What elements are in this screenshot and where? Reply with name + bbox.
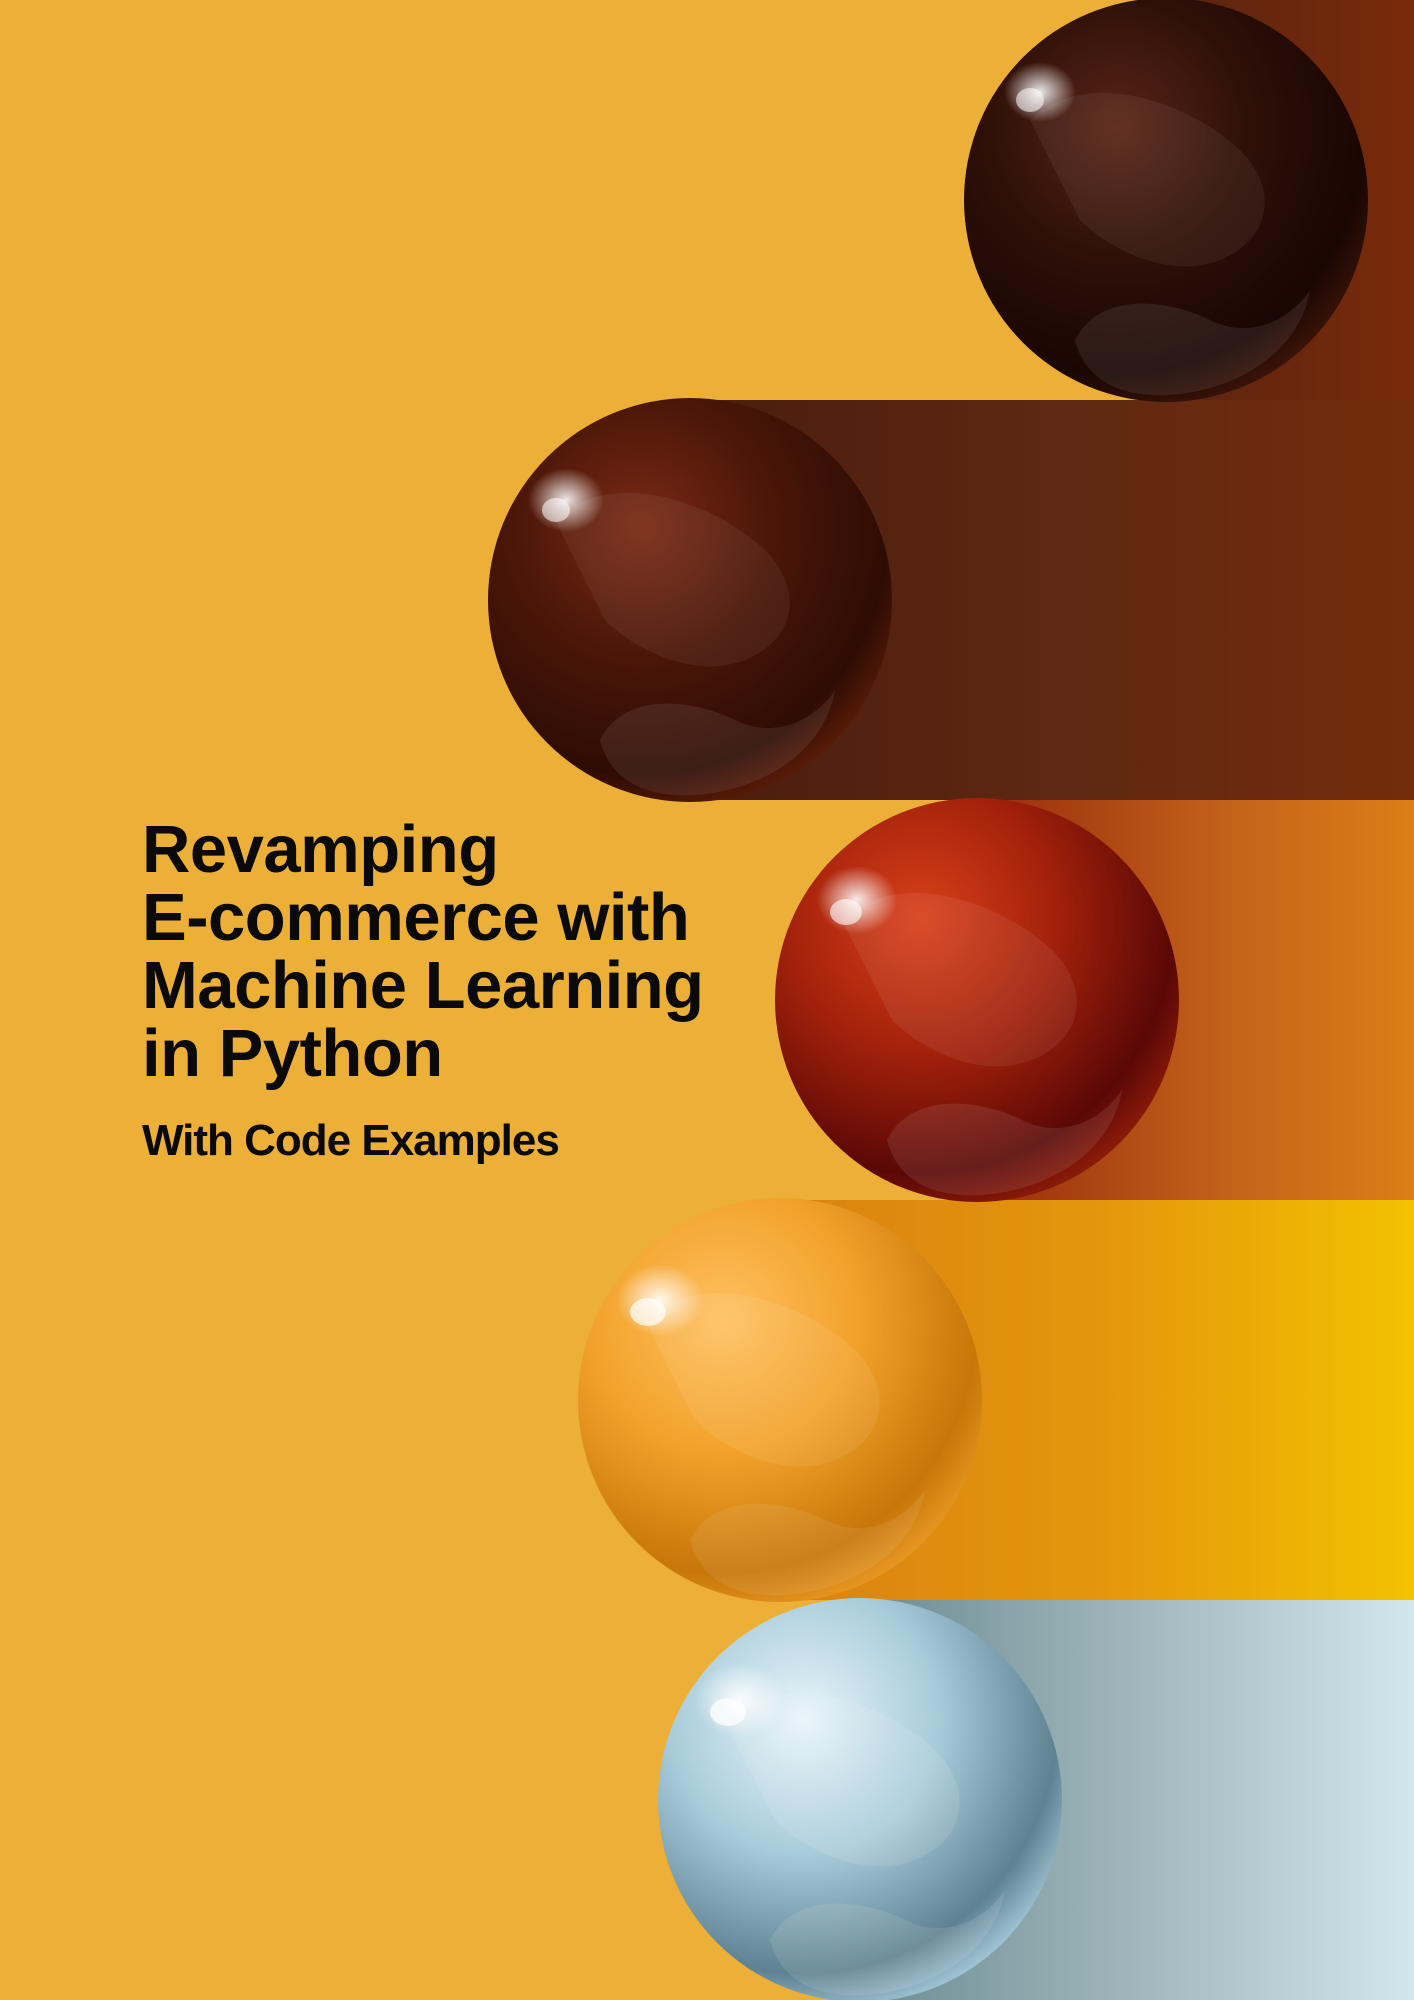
sphere-3 (775, 798, 1179, 1202)
sphere-4 (578, 1198, 982, 1602)
book-cover: Revamping E-commerce with Machine Learni… (0, 0, 1414, 2000)
title-line: E-commerce with (142, 880, 690, 955)
title-line: in Python (142, 1016, 443, 1091)
title-line: Machine Learning (142, 948, 704, 1023)
sphere-1 (964, 0, 1368, 402)
book-title: Revamping E-commerce with Machine Learni… (142, 816, 782, 1088)
sphere-2 (488, 398, 892, 802)
sphere-5 (658, 1598, 1062, 2000)
title-line: Revamping (142, 812, 499, 887)
book-subtitle: With Code Examples (142, 1116, 560, 1165)
cover-title-block: Revamping E-commerce with Machine Learni… (142, 816, 782, 1166)
